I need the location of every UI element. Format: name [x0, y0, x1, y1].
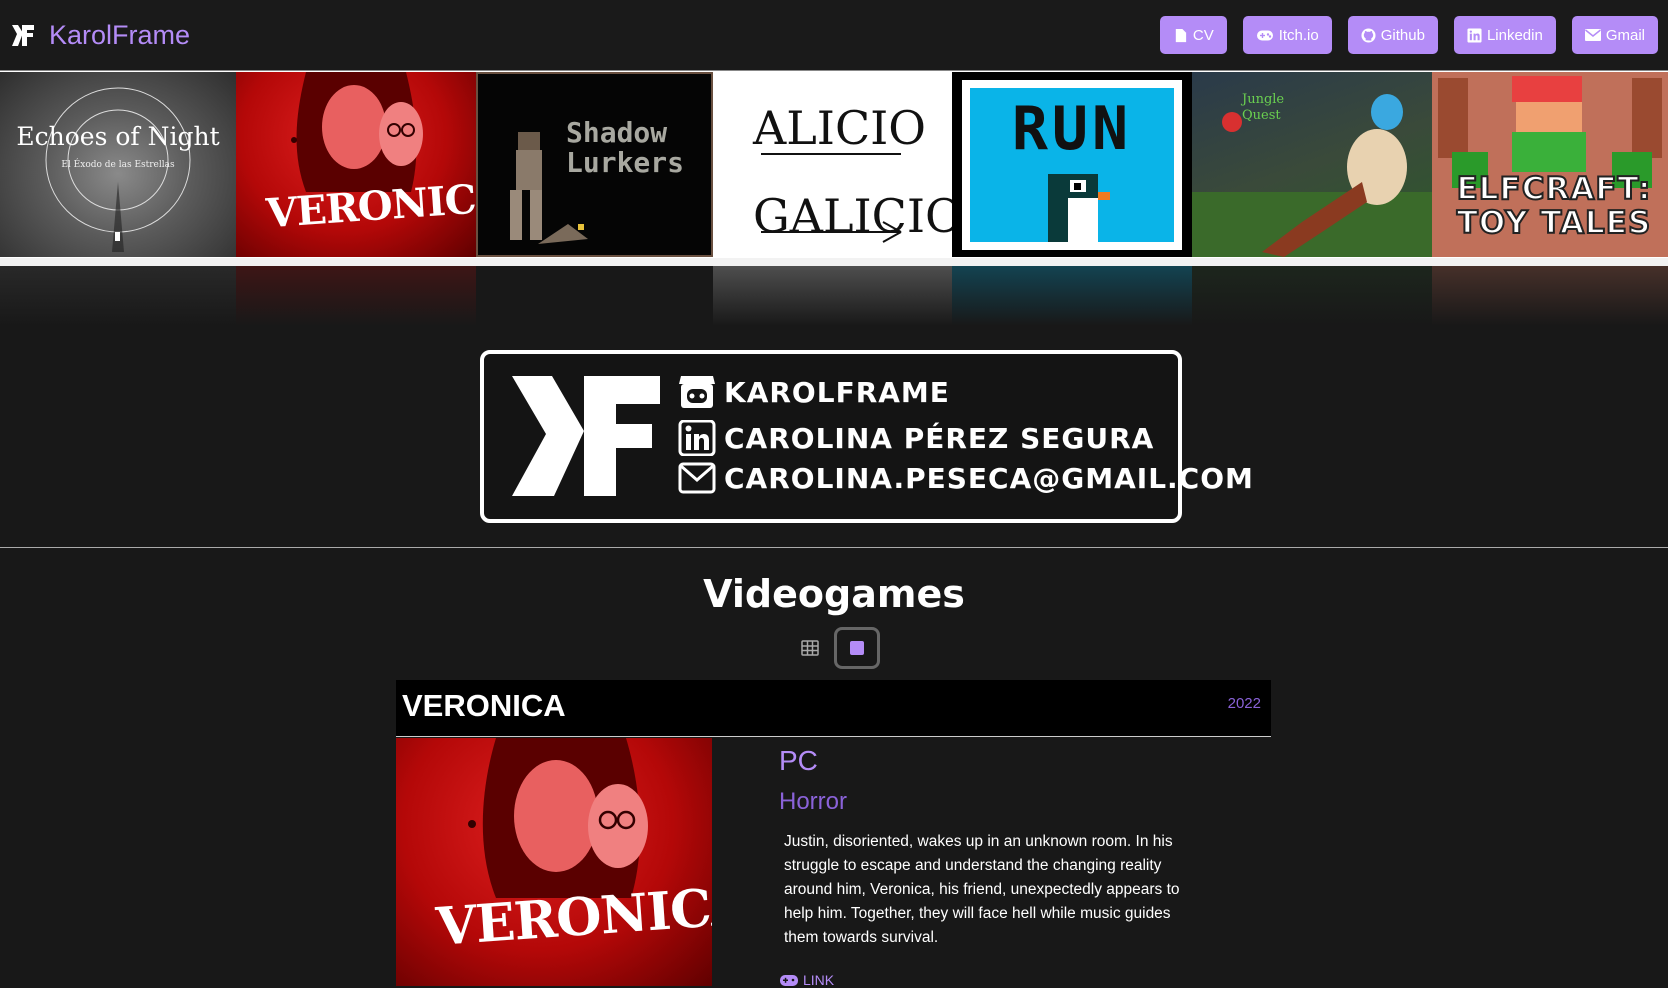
jungle-character-art [1192, 94, 1432, 257]
gamepad-icon [780, 975, 798, 986]
run-frame: RUN [962, 80, 1182, 250]
strip-tile-elfcraft[interactable]: ELFCRAFT: TOY TALES [1432, 72, 1668, 257]
itchio-button[interactable]: Itch.io [1242, 16, 1332, 54]
strip-tile-shadow-lurkers[interactable]: Shadow Lurkers [476, 72, 713, 257]
elfcraft-strip-title: ELFCRAFT: TOY TALES [1456, 171, 1652, 241]
game-header: VERONICA 2022 [396, 680, 1271, 737]
github-icon [1361, 27, 1376, 43]
section-title: Videogames [703, 572, 965, 616]
cv-label: CV [1192, 26, 1214, 44]
contact-name: CAROLINA PÉREZ SEGURA [724, 421, 1155, 455]
single-view-icon [850, 641, 864, 655]
linkedin-icon [678, 420, 716, 456]
strip-tile-run[interactable]: RUN [952, 72, 1192, 257]
jungle-quest-strip-title: Jungle Quest [1242, 92, 1285, 123]
grid-view-icon[interactable] [800, 638, 820, 658]
linkedin-icon [1467, 27, 1482, 43]
contact-email[interactable]: CAROLINA.PESECA@GMAIL.COM [678, 460, 1254, 496]
nav-links: CV Itch.io Github Linkedin Gmail [1159, 16, 1658, 54]
section-divider [0, 547, 1668, 548]
contact-linkedin[interactable]: CAROLINA PÉREZ SEGURA [678, 420, 1154, 456]
shadow-lurkers-strip-title: Shadow Lurkers [566, 116, 685, 179]
contact-itchio[interactable]: KAROLFRAME [678, 374, 950, 410]
penguin-icon [1048, 174, 1110, 242]
strip-tile-alicio-galicio[interactable]: ALICIO GALICIO [713, 72, 952, 257]
arrow-decoration [761, 153, 902, 243]
gmail-label: Gmail [1605, 26, 1645, 44]
cv-button[interactable]: CV [1159, 16, 1227, 54]
linkedin-button[interactable]: Linkedin [1453, 16, 1556, 54]
contact-card: KAROLFRAME CAROLINA PÉREZ SEGURA CAROLIN… [480, 350, 1253, 523]
brand[interactable]: KarolFrame [10, 20, 190, 51]
kf-logo-icon-large [512, 376, 660, 496]
linkedin-label: Linkedin [1486, 26, 1543, 44]
github-button[interactable]: Github [1347, 16, 1438, 54]
strip-underline [0, 258, 1668, 266]
view-toggle [800, 627, 880, 669]
game-year: 2022 [1227, 695, 1261, 712]
reflection-fade [0, 266, 1668, 326]
brand-name: KarolFrame [49, 19, 191, 50]
game-platform: PC [779, 745, 818, 776]
envelope-icon [1584, 29, 1601, 41]
kf-logo-icon [12, 25, 34, 46]
itchio-label: Itch.io [1278, 26, 1319, 44]
strip-reflection [0, 266, 1668, 326]
contact-email-text: CAROLINA.PESECA@GMAIL.COM [724, 461, 1254, 495]
game-cover-image[interactable]: VERONICA [396, 738, 712, 986]
gamepad-icon [1256, 30, 1273, 40]
itchio-store-icon [679, 376, 715, 408]
echoes-title: Echoes of Night [16, 122, 220, 151]
github-label: Github [1380, 26, 1425, 44]
strip-tile-echoes-of-night[interactable]: Echoes of Night El Éxodo de las Estrella… [0, 72, 236, 257]
strip-tile-jungle-quest[interactable]: Jungle Quest [1192, 72, 1432, 257]
echoes-subtitle: El Éxodo de las Estrellas [61, 160, 175, 170]
game-description: Justin, disoriented, wakes up in an unkn… [784, 833, 1180, 946]
envelope-icon [678, 462, 716, 494]
game-title: VERONICA [402, 688, 566, 723]
game-genre: Horror [779, 788, 848, 815]
game-strip: Echoes of Night El Éxodo de las Estrella… [0, 70, 1668, 260]
single-view-button[interactable] [834, 627, 880, 669]
file-icon [1175, 28, 1186, 42]
gmail-button[interactable]: Gmail [1571, 16, 1658, 54]
navbar: KarolFrame CV Itch.io Github Linkedin Gm… [0, 0, 1668, 70]
contact-handle: KAROLFRAME [724, 375, 950, 409]
strip-tile-veronica[interactable]: VERONICA [236, 72, 476, 257]
